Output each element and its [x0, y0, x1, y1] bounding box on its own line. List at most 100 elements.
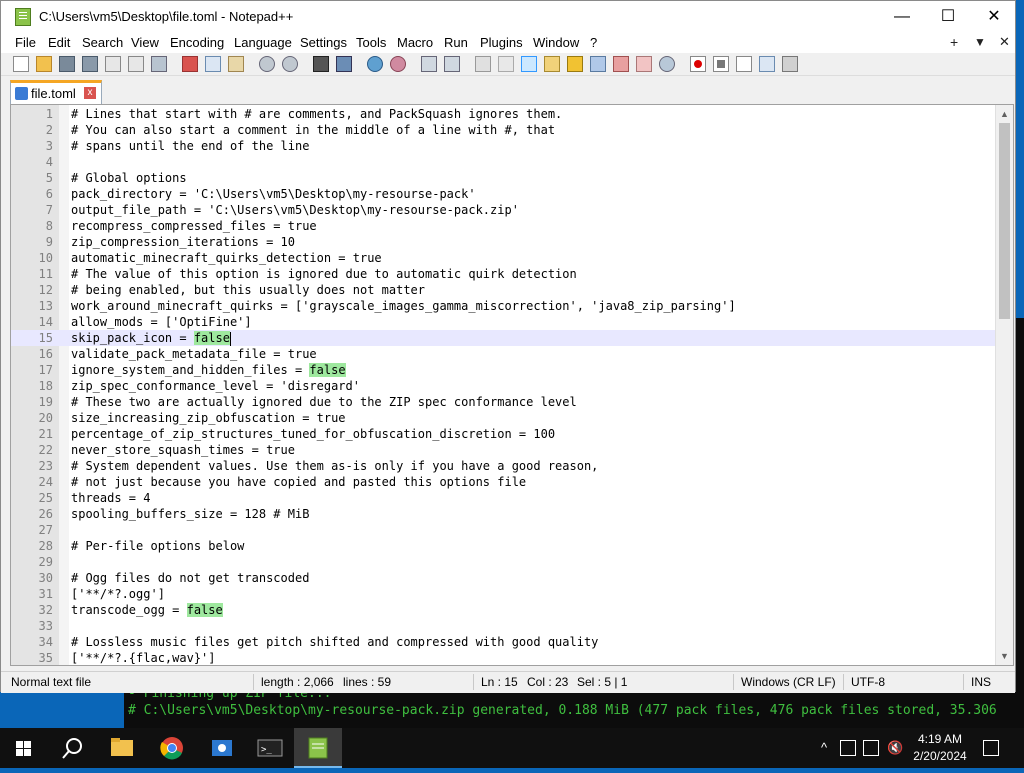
user-defined-language-icon[interactable] — [544, 56, 560, 72]
menu-macro[interactable]: Macro — [397, 35, 433, 50]
indent-guide-icon[interactable] — [521, 56, 537, 72]
close-document-icon[interactable]: ✕ — [999, 34, 1010, 50]
code-line[interactable]: 10 automatic_minecraft_quirks_detection =… — [11, 250, 997, 266]
code-line[interactable]: 27 — [11, 522, 997, 538]
search-button[interactable] — [48, 728, 96, 768]
zoom-out-icon[interactable] — [390, 56, 406, 72]
show-hidden-icons-chevron-icon[interactable]: ^ — [816, 740, 832, 756]
redo-icon[interactable] — [282, 56, 298, 72]
code-line[interactable]: 20 size_increasing_zip_obfuscation = true — [11, 410, 997, 426]
code-line[interactable]: 28 # Per-file options below — [11, 538, 997, 554]
code-line[interactable]: 2 # You can also start a comment in the m… — [11, 122, 997, 138]
security-tray-icon[interactable] — [840, 740, 856, 756]
code-line[interactable]: 14 allow_mods = ['OptiFine'] — [11, 314, 997, 330]
code-line[interactable]: 11 # The value of this option is ignored … — [11, 266, 997, 282]
chrome-taskbar-icon[interactable] — [148, 728, 196, 768]
play-macro-icon[interactable] — [736, 56, 752, 72]
code-line[interactable]: 26 spooling_buffers_size = 128 # MiB — [11, 506, 997, 522]
notepadpp-taskbar-icon[interactable] — [294, 728, 342, 768]
word-wrap-icon[interactable] — [475, 56, 491, 72]
menu-window[interactable]: Window — [533, 35, 579, 50]
code-line[interactable]: 8 recompress_compressed_files = true — [11, 218, 997, 234]
code-line[interactable]: 35 ['**/*?.{flac,wav}'] — [11, 650, 997, 665]
scroll-down-icon[interactable]: ▼ — [996, 649, 1013, 663]
code-line[interactable]: 34 # Lossless music files get pitch shift… — [11, 634, 997, 650]
menu-help[interactable]: ? — [590, 35, 597, 50]
menu-view[interactable]: View — [131, 35, 159, 50]
code-line[interactable]: 7 output_file_path = 'C:\Users\vm5\Deskto… — [11, 202, 997, 218]
code-line[interactable]: 22 never_store_squash_times = true — [11, 442, 997, 458]
code-line[interactable]: 23 # System dependent values. Use them as… — [11, 458, 997, 474]
code-line[interactable]: 24 # not just because you have copied and… — [11, 474, 997, 490]
status-encoding[interactable]: UTF-8 — [851, 675, 885, 689]
code-line[interactable]: 32 transcode_ogg = false — [11, 602, 997, 618]
code-line[interactable]: 31 ['**/*?.ogg'] — [11, 586, 997, 602]
replace-icon[interactable] — [336, 56, 352, 72]
save-icon[interactable] — [59, 56, 75, 72]
code-line[interactable]: 17 ignore_system_and_hidden_files = false — [11, 362, 997, 378]
network-tray-icon[interactable] — [863, 740, 879, 756]
tab-list-dropdown-icon[interactable]: ▼ — [974, 35, 986, 49]
tab-close-icon[interactable]: x — [84, 87, 96, 99]
settings-taskbar-icon[interactable] — [198, 728, 246, 768]
menu-settings[interactable]: Settings — [300, 35, 347, 50]
close-all-icon[interactable] — [128, 56, 144, 72]
code-line[interactable]: 3 # spans until the end of the line — [11, 138, 997, 154]
volume-muted-icon[interactable]: 🔇 — [887, 740, 903, 756]
code-line[interactable]: 15 skip_pack_icon = false — [11, 330, 997, 346]
minimize-button[interactable]: — — [879, 1, 925, 33]
clock-time[interactable]: 4:19 AM — [916, 732, 964, 746]
code-line[interactable]: 5 # Global options — [11, 170, 997, 186]
clock-date[interactable]: 2/20/2024 — [908, 749, 972, 763]
scrollbar-thumb[interactable] — [999, 123, 1010, 319]
sync-horizontal-icon[interactable] — [444, 56, 460, 72]
scroll-up-icon[interactable]: ▲ — [996, 107, 1013, 121]
code-line[interactable]: 33 — [11, 618, 997, 634]
find-icon[interactable] — [313, 56, 329, 72]
menu-file[interactable]: File — [15, 35, 36, 50]
code-line[interactable]: 9 zip_compression_iterations = 10 — [11, 234, 997, 250]
code-line[interactable]: 30 # Ogg files do not get transcoded — [11, 570, 997, 586]
zoom-in-icon[interactable] — [367, 56, 383, 72]
code-line[interactable]: 18 zip_spec_conformance_level = 'disregar… — [11, 378, 997, 394]
function-list-icon[interactable] — [613, 56, 629, 72]
copy-icon[interactable] — [205, 56, 221, 72]
run-macro-multiple-icon[interactable] — [759, 56, 775, 72]
code-line[interactable]: 6 pack_directory = 'C:\Users\vm5\Desktop\… — [11, 186, 997, 202]
menu-encoding[interactable]: Encoding — [170, 35, 224, 50]
folder-as-workspace-icon[interactable] — [636, 56, 652, 72]
status-eol[interactable]: Windows (CR LF) — [741, 675, 836, 689]
close-icon[interactable] — [105, 56, 121, 72]
cut-icon[interactable] — [182, 56, 198, 72]
editor-pane[interactable]: 1 # Lines that start with # are comments,… — [10, 104, 1014, 666]
code-line[interactable]: 13 work_around_minecraft_quirks = ['grays… — [11, 298, 997, 314]
menu-tools[interactable]: Tools — [356, 35, 386, 50]
document-list-icon[interactable] — [590, 56, 606, 72]
menu-search[interactable]: Search — [82, 35, 123, 50]
menu-run[interactable]: Run — [444, 35, 468, 50]
code-line[interactable]: 1 # Lines that start with # are comments,… — [11, 106, 997, 122]
monitoring-icon[interactable] — [659, 56, 675, 72]
show-all-characters-icon[interactable] — [498, 56, 514, 72]
code-line[interactable]: 19 # These two are actually ignored due t… — [11, 394, 997, 410]
code-line[interactable]: 25 threads = 4 — [11, 490, 997, 506]
code-line[interactable]: 12 # being enabled, but this usually does… — [11, 282, 997, 298]
sync-vertical-icon[interactable] — [421, 56, 437, 72]
close-window-button[interactable]: ✕ — [971, 1, 1017, 33]
code-line[interactable]: 4 — [11, 154, 997, 170]
code-line[interactable]: 21 percentage_of_zip_structures_tuned_for… — [11, 426, 997, 442]
start-button[interactable] — [0, 728, 48, 768]
undo-icon[interactable] — [259, 56, 275, 72]
code-line[interactable]: 29 — [11, 554, 997, 570]
terminal-taskbar-icon[interactable]: >_ — [246, 728, 294, 768]
print-icon[interactable] — [151, 56, 167, 72]
open-file-icon[interactable] — [36, 56, 52, 72]
new-tab-plus-icon[interactable]: + — [950, 34, 958, 50]
save-macro-icon[interactable] — [782, 56, 798, 72]
file-explorer-taskbar-icon[interactable] — [98, 728, 146, 768]
maximize-button[interactable]: ☐ — [925, 1, 971, 33]
code-line[interactable]: 16 validate_pack_metadata_file = true — [11, 346, 997, 362]
document-map-icon[interactable] — [567, 56, 583, 72]
notifications-icon[interactable] — [983, 740, 999, 756]
new-file-icon[interactable] — [13, 56, 29, 72]
